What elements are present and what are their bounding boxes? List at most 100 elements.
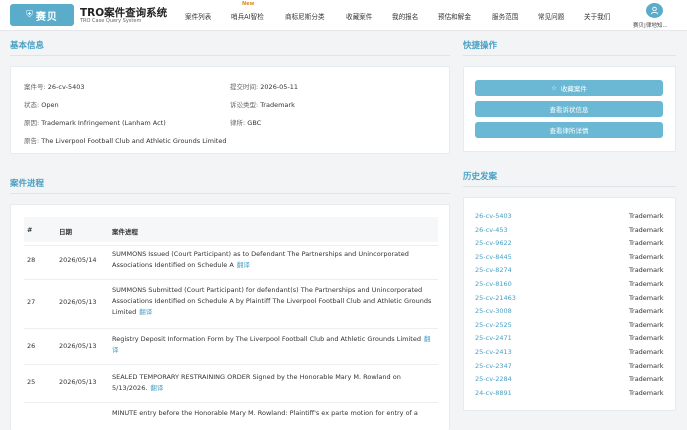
history-case-type: Trademark [629, 361, 664, 370]
row-description-text: SUMMONS Issued (Court Participant) as to… [112, 250, 409, 269]
row-description: SUMMONS Issued (Court Participant) as to… [112, 249, 434, 271]
case-type-row: 诉讼类型: Trademark [230, 99, 295, 109]
view-complaint-button[interactable]: 查看诉状信息 [475, 101, 663, 117]
view-complaint-label: 查看诉状信息 [549, 106, 589, 114]
row-number: 27 [27, 298, 36, 306]
nav-service-scope[interactable]: 服务范围 [492, 11, 518, 21]
cause-label: 原因: [24, 119, 40, 127]
row-description-text: Registry Deposit Information Form by The… [112, 335, 421, 343]
row-divider [24, 328, 438, 329]
history-case-type: Trademark [629, 280, 664, 288]
col-description: 案件进程 [112, 228, 138, 236]
history-case-link[interactable]: 25-cv-8445 [475, 253, 512, 261]
translate-link[interactable]: 翻译 [139, 308, 152, 316]
case-number-row: 案件号: 26-cv-5403 [24, 81, 85, 91]
history-case-link[interactable]: 25-cv-8160 [475, 280, 512, 288]
history-case-type: Trademark [629, 225, 664, 234]
history-case-link[interactable]: 25-cv-2413 [475, 348, 512, 356]
history-case-link[interactable]: 25-cv-2471 [475, 334, 512, 342]
nav-settlement-estimate[interactable]: 预估和解金 [438, 11, 471, 21]
history-case-type: Trademark [629, 320, 664, 329]
favorite-case-label: 收藏案件 [560, 85, 587, 93]
quick-actions-title: 快捷操作 [463, 41, 498, 51]
history-case-link[interactable]: 25-cv-21463 [475, 294, 516, 302]
history-case-link[interactable]: 24-cv-8891 [475, 389, 512, 397]
firm-value: GBC [247, 119, 262, 127]
divider [10, 55, 450, 56]
history-case-link[interactable]: 25-cv-2284 [475, 375, 512, 383]
history-case-type: Trademark [629, 252, 664, 261]
nav-about[interactable]: 关于我们 [584, 11, 610, 21]
top-header: ⛨ 赛贝 TRO案件查询系统 TRO Case Query System 案件列… [0, 0, 687, 31]
history-case-type: Trademark [629, 212, 664, 220]
shield-icon: ⛨ [26, 10, 33, 20]
row-divider [24, 402, 438, 403]
favorite-case-button[interactable]: ☆ 收藏案件 [475, 80, 663, 96]
history-case-type: Trademark [629, 293, 664, 302]
history-case-link[interactable]: 25-cv-3008 [475, 307, 512, 315]
col-number: # [27, 226, 33, 234]
case-type-value: Trademark [260, 101, 295, 109]
logo-text: 赛贝 [35, 11, 58, 23]
row-date: 2026/05/13 [59, 378, 97, 386]
plaintiff-row: 原告: The Liverpool Football Club and Athl… [24, 135, 226, 145]
status-value: Open [41, 101, 59, 109]
history-case-link[interactable]: 26-cv-5403 [475, 212, 512, 220]
row-divider [24, 279, 438, 280]
table-header [24, 217, 438, 242]
history-case-type: Trademark [629, 388, 664, 397]
user-avatar[interactable] [646, 3, 663, 18]
nav-favorites[interactable]: 收藏案件 [346, 11, 372, 21]
history-case-type: Trademark [629, 334, 664, 343]
nav-nice-classes[interactable]: 商标尼斯分类 [285, 11, 325, 21]
divider [10, 193, 450, 194]
history-case-type: Trademark [629, 348, 664, 356]
history-case-type: Trademark [629, 375, 664, 384]
row-divider [24, 245, 438, 246]
row-number: 25 [27, 378, 36, 386]
filed-date-row: 提交时间: 2026-05-11 [230, 81, 298, 91]
progress-title: 案件进程 [10, 179, 45, 189]
case-number-value: 26-cv-5403 [47, 83, 85, 91]
view-firm-button[interactable]: 查看律所详情 [475, 122, 663, 138]
basic-info-card: 案件号: 26-cv-5403 提交时间: 2026-05-11 状态: Ope… [10, 66, 450, 154]
history-case-link[interactable]: 25-cv-2347 [475, 362, 512, 370]
divider [463, 186, 676, 187]
status-row: 状态: Open [24, 99, 59, 109]
plaintiff-label: 原告: [24, 137, 40, 145]
view-firm-label: 查看律所详情 [549, 127, 589, 135]
cause-value: Trademark Infringement (Lanham Act) [41, 119, 166, 127]
history-case-link[interactable]: 26-cv-453 [475, 226, 508, 234]
row-divider [24, 364, 438, 365]
case-type-label: 诉讼类型: [230, 101, 259, 109]
nav-faq[interactable]: 常见问题 [538, 11, 564, 21]
basic-info-title: 基本信息 [10, 41, 45, 51]
user-name[interactable]: 赛贝|律地知... [633, 21, 668, 29]
history-case-link[interactable]: 25-cv-8274 [475, 266, 512, 274]
translate-link[interactable]: 翻译 [150, 384, 163, 392]
nav-case-list[interactable]: 案件列表 [185, 11, 211, 21]
app-subtitle: TRO Case Query System [80, 18, 142, 24]
nav-sentinel-ai[interactable]: 哨兵AI智检 [231, 11, 264, 21]
row-date: 2026/05/14 [59, 256, 97, 264]
case-number-label: 案件号: [24, 83, 46, 91]
firm-label: 律所: [230, 119, 246, 127]
user-icon [650, 6, 659, 15]
new-badge: New [242, 1, 255, 7]
star-icon: ☆ [551, 84, 557, 92]
row-description: SUMMONS Submitted (Court Participant) fo… [112, 285, 434, 318]
history-case-type: Trademark [629, 307, 664, 316]
history-case-type: Trademark [629, 266, 664, 275]
row-date: 2026/05/13 [59, 342, 97, 350]
plaintiff-value: The Liverpool Football Club and Athletic… [41, 137, 227, 145]
filed-date-value: 2026-05-11 [260, 83, 299, 91]
logo[interactable]: ⛨ 赛贝 [10, 4, 74, 26]
row-number: 28 [27, 256, 36, 264]
history-case-link[interactable]: 25-cv-9622 [475, 239, 512, 247]
translate-link[interactable]: 翻译 [237, 261, 250, 269]
history-case-link[interactable]: 25-cv-2525 [475, 321, 512, 329]
nav-my-registrations[interactable]: 我的报名 [392, 11, 418, 21]
row-description: MINUTE entry before the Honorable Mary M… [112, 408, 434, 419]
filed-date-label: 提交时间: [230, 83, 259, 91]
col-date: 日期 [59, 228, 72, 236]
